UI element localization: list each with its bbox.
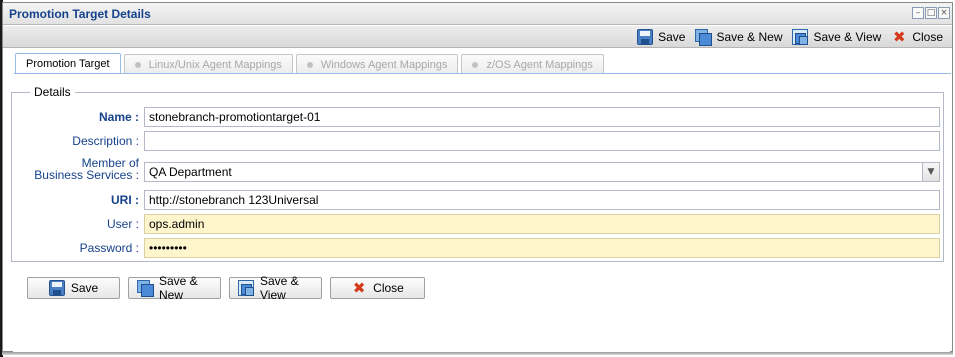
toolbar-close-button[interactable]: ✖ Close <box>886 28 948 46</box>
save-new-icon <box>695 29 713 46</box>
minimize-icon[interactable]: – <box>912 7 924 19</box>
user-row: User : ops.admin <box>0 214 955 234</box>
tab-status-dot-icon <box>134 61 141 68</box>
toolbar-save-new-label: Save & New <box>716 30 783 44</box>
save-new-button[interactable]: Save & New <box>128 274 221 302</box>
tab-label: z/OS Agent Mappings <box>486 58 593 71</box>
tab-label: Linux/Unix Agent Mappings <box>148 58 282 71</box>
tab-underline <box>14 73 951 74</box>
business-services-value: QA Department <box>149 165 232 179</box>
tab-strip: Promotion Target Linux/Unix Agent Mappin… <box>15 53 607 74</box>
toolbar-save-view-label: Save & View <box>813 30 882 44</box>
user-field[interactable]: ops.admin <box>144 214 940 234</box>
save-view-icon <box>238 280 254 296</box>
user-label: User : <box>106 217 139 231</box>
details-legend: Details <box>30 85 75 99</box>
tab-status-dot-icon <box>472 61 479 68</box>
tab-linux-unix-agent-mappings[interactable]: Linux/Unix Agent Mappings <box>123 54 293 74</box>
close-x-icon: ✖ <box>352 279 366 297</box>
save-icon <box>48 280 65 296</box>
close-icon[interactable]: × <box>938 7 950 19</box>
business-services-label-line2: Business Services : <box>34 168 139 182</box>
window-controls: – □ × <box>912 7 950 19</box>
description-row: Description : <box>0 131 955 151</box>
tab-label: Windows Agent Mappings <box>320 58 448 71</box>
chevron-down-icon[interactable]: ▼ <box>922 163 939 181</box>
password-row: Password : ••••••••• <box>0 238 955 258</box>
uri-row: URI : http://stonebranch 123Universal <box>0 190 955 210</box>
tab-promotion-target[interactable]: Promotion Target <box>15 53 121 74</box>
tab-zos-agent-mappings[interactable]: z/OS Agent Mappings <box>461 54 604 74</box>
save-button[interactable]: Save <box>27 277 120 299</box>
window-bottom-edge <box>2 352 953 355</box>
description-field[interactable] <box>144 131 940 151</box>
name-label: Name : <box>98 110 139 124</box>
business-services-row: Member of Business Services : QA Departm… <box>0 157 955 182</box>
toolbar-save-button[interactable]: Save <box>632 28 690 46</box>
business-services-select[interactable]: QA Department ▼ <box>144 162 940 182</box>
close-x-icon: ✖ <box>893 28 906 46</box>
toolbar-save-view-button[interactable]: Save & View <box>787 28 886 46</box>
close-button[interactable]: ✖ Close <box>330 277 425 299</box>
save-new-button-label: Save & New <box>159 274 198 302</box>
uri-label: URI : <box>111 193 139 207</box>
tab-label: Promotion Target <box>26 58 110 70</box>
uri-field[interactable]: http://stonebranch 123Universal <box>144 190 940 210</box>
save-view-button-label: Save & View <box>260 274 299 302</box>
title-bar: Promotion Target Details – □ × <box>3 3 952 25</box>
description-label: Description : <box>72 134 139 148</box>
save-new-icon <box>137 280 154 297</box>
window-title: Promotion Target Details <box>9 7 151 21</box>
tab-status-dot-icon <box>306 61 313 68</box>
save-button-label: Save <box>70 281 99 295</box>
toolbar-save-label: Save <box>658 30 686 44</box>
name-field[interactable]: stonebranch-promotiontarget-01 <box>144 107 940 127</box>
name-row: Name : stonebranch-promotiontarget-01 <box>0 107 955 127</box>
top-toolbar: Save Save & New Save & View ✖ Close <box>3 26 952 48</box>
maximize-icon[interactable]: □ <box>925 7 937 19</box>
tab-windows-agent-mappings[interactable]: Windows Agent Mappings <box>295 54 459 74</box>
password-label: Password : <box>79 241 139 255</box>
save-icon <box>637 29 654 45</box>
password-field[interactable]: ••••••••• <box>144 238 940 258</box>
save-view-button[interactable]: Save & View <box>229 274 322 302</box>
business-services-label: Member of Business Services : <box>34 157 139 181</box>
toolbar-save-new-button[interactable]: Save & New <box>690 28 787 46</box>
bottom-button-bar: Save Save & New Save & View ✖ Close <box>27 274 425 302</box>
save-view-icon <box>792 29 809 45</box>
toolbar-close-label: Close <box>912 30 943 44</box>
close-button-label: Close <box>373 281 404 295</box>
